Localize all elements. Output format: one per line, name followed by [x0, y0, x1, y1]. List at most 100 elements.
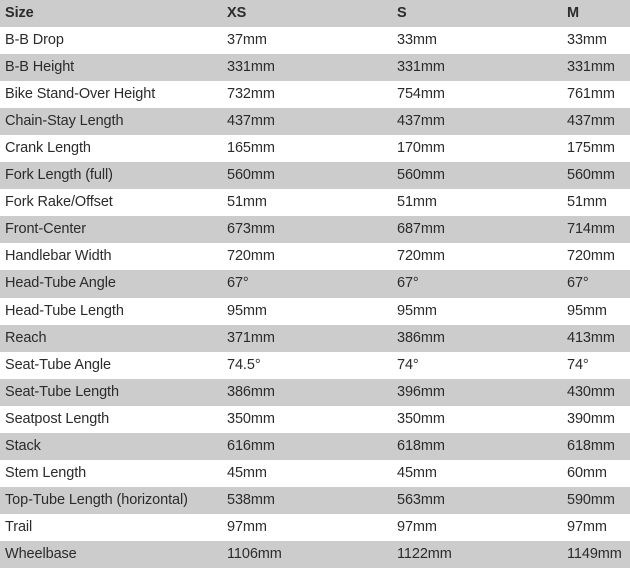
table-row: Front-Center 673mm 687mm 714mm [0, 216, 630, 244]
table-row: Bike Stand-Over Height 732mm 754mm 761mm [0, 81, 630, 109]
value-m: 33mm [562, 27, 630, 55]
value-m: 74° [562, 351, 630, 379]
table-row: Chain-Stay Length 437mm 437mm 437mm [0, 108, 630, 136]
table-row: Stack 616mm 618mm 618mm [0, 432, 630, 460]
value-xs: 51mm [222, 189, 392, 217]
value-s: 331mm [392, 54, 562, 82]
measurement-label: Head-Tube Angle [0, 270, 222, 298]
table-row: Head-Tube Length 95mm 95mm 95mm [0, 297, 630, 325]
measurement-label: Stem Length [0, 459, 222, 487]
value-s: 687mm [392, 216, 562, 244]
measurement-label: Head-Tube Length [0, 297, 222, 325]
value-xs: 331mm [222, 54, 392, 82]
value-s: 437mm [392, 108, 562, 136]
value-s: 720mm [392, 243, 562, 271]
measurement-label: Seat-Tube Angle [0, 351, 222, 379]
table-row: Seat-Tube Length 386mm 396mm 430mm [0, 378, 630, 406]
measurement-label: Top-Tube Length (horizontal) [0, 486, 222, 514]
value-xs: 165mm [222, 135, 392, 163]
bike-geometry-table: Size XS S M B-B Drop 37mm 33mm 33mm B-B Heig… [0, 0, 630, 568]
value-xs: 386mm [222, 378, 392, 406]
column-header-xs: XS [222, 0, 392, 28]
measurement-label: B-B Height [0, 54, 222, 82]
measurement-label: Trail [0, 513, 222, 541]
value-m: 413mm [562, 324, 630, 352]
value-m: 97mm [562, 513, 630, 541]
value-xs: 560mm [222, 162, 392, 190]
value-s: 45mm [392, 459, 562, 487]
value-m: 95mm [562, 297, 630, 325]
value-xs: 67° [222, 270, 392, 298]
value-xs: 673mm [222, 216, 392, 244]
value-m: 618mm [562, 432, 630, 460]
table-row: Trail 97mm 97mm 97mm [0, 513, 630, 541]
table-header: Size XS S M [0, 0, 630, 28]
value-xs: 437mm [222, 108, 392, 136]
table-row: Seatpost Length 350mm 350mm 390mm [0, 405, 630, 433]
measurement-label: Stack [0, 432, 222, 460]
measurement-label: Seatpost Length [0, 405, 222, 433]
table-row: Head-Tube Angle 67° 67° 67° [0, 270, 630, 298]
table-row: Stem Length 45mm 45mm 60mm [0, 459, 630, 487]
value-xs: 732mm [222, 81, 392, 109]
column-header-size: Size [0, 0, 222, 28]
table-row: Fork Rake/Offset 51mm 51mm 51mm [0, 189, 630, 217]
value-s: 618mm [392, 432, 562, 460]
column-header-s: S [392, 0, 562, 28]
value-s: 563mm [392, 486, 562, 514]
table-row: Handlebar Width 720mm 720mm 720mm [0, 243, 630, 271]
measurement-label: Handlebar Width [0, 243, 222, 271]
value-s: 560mm [392, 162, 562, 190]
value-s: 33mm [392, 27, 562, 55]
value-s: 74° [392, 351, 562, 379]
table-row: Wheelbase 1106mm 1122mm 1149mm [0, 540, 630, 568]
value-xs: 538mm [222, 486, 392, 514]
value-m: 390mm [562, 405, 630, 433]
value-xs: 97mm [222, 513, 392, 541]
value-m: 714mm [562, 216, 630, 244]
measurement-label: Front-Center [0, 216, 222, 244]
measurement-label: Seat-Tube Length [0, 378, 222, 406]
table-header-row: Size XS S M [0, 0, 630, 28]
value-m: 437mm [562, 108, 630, 136]
table-body: B-B Drop 37mm 33mm 33mm B-B Height 331mm 331mm… [0, 27, 630, 568]
value-xs: 45mm [222, 459, 392, 487]
value-m: 590mm [562, 486, 630, 514]
value-xs: 720mm [222, 243, 392, 271]
table-row: Top-Tube Length (horizontal) 538mm 563mm 59… [0, 486, 630, 514]
value-xs: 74.5° [222, 351, 392, 379]
column-header-m: M [562, 0, 630, 28]
value-s: 51mm [392, 189, 562, 217]
value-xs: 1106mm [222, 540, 392, 568]
measurement-label: Crank Length [0, 135, 222, 163]
value-m: 761mm [562, 81, 630, 109]
measurement-label: Reach [0, 324, 222, 352]
value-xs: 95mm [222, 297, 392, 325]
value-s: 754mm [392, 81, 562, 109]
value-s: 97mm [392, 513, 562, 541]
value-m: 67° [562, 270, 630, 298]
table-row: Reach 371mm 386mm 413mm [0, 324, 630, 352]
measurement-label: Chain-Stay Length [0, 108, 222, 136]
value-m: 331mm [562, 54, 630, 82]
value-m: 60mm [562, 459, 630, 487]
value-s: 170mm [392, 135, 562, 163]
value-s: 67° [392, 270, 562, 298]
value-s: 396mm [392, 378, 562, 406]
value-m: 51mm [562, 189, 630, 217]
value-s: 95mm [392, 297, 562, 325]
value-m: 560mm [562, 162, 630, 190]
table-row: Crank Length 165mm 170mm 175mm [0, 135, 630, 163]
table-row: Seat-Tube Angle 74.5° 74° 74° [0, 351, 630, 379]
value-s: 386mm [392, 324, 562, 352]
value-xs: 350mm [222, 405, 392, 433]
measurement-label: Fork Length (full) [0, 162, 222, 190]
value-xs: 37mm [222, 27, 392, 55]
value-m: 1149mm [562, 540, 630, 568]
value-xs: 371mm [222, 324, 392, 352]
measurement-label: Wheelbase [0, 540, 222, 568]
value-m: 430mm [562, 378, 630, 406]
value-s: 1122mm [392, 540, 562, 568]
table-row: B-B Height 331mm 331mm 331mm [0, 54, 630, 82]
table-row: B-B Drop 37mm 33mm 33mm [0, 27, 630, 55]
